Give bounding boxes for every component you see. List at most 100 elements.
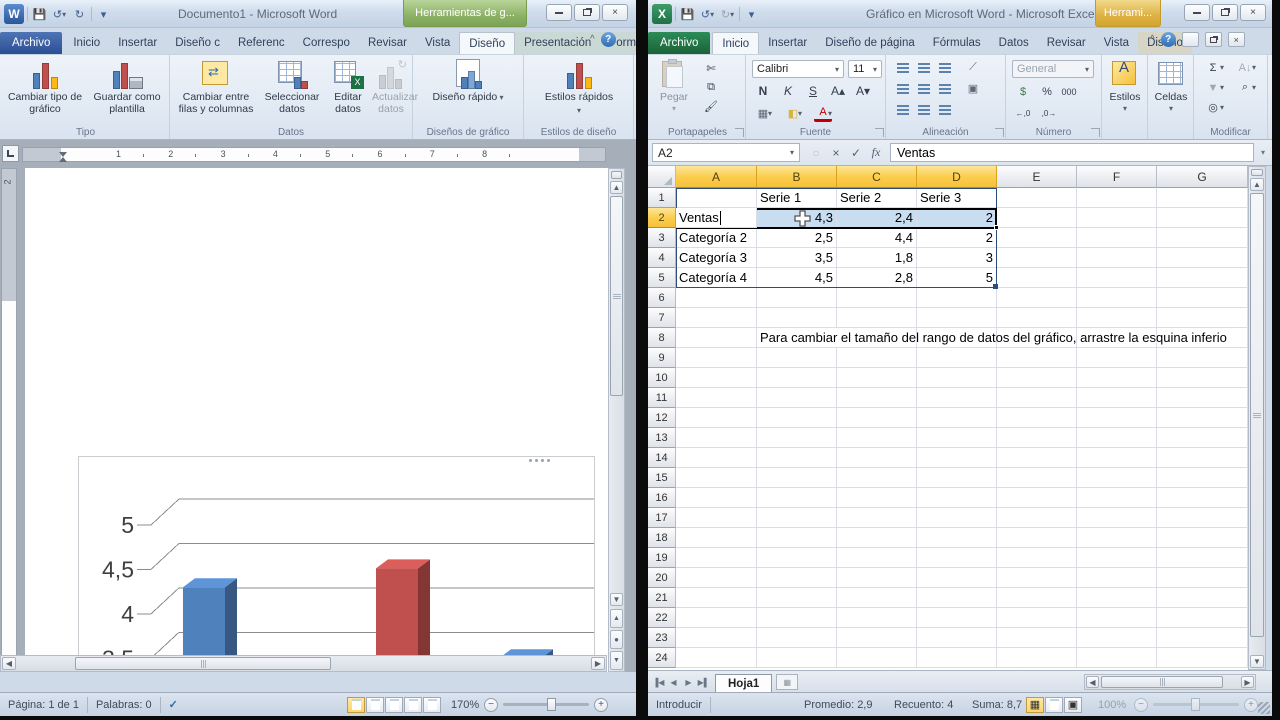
cell-A6[interactable] — [676, 288, 757, 308]
sheet-tab-hoja1[interactable]: Hoja1 — [715, 674, 772, 693]
cell-C4[interactable]: 1,8 — [837, 248, 917, 268]
cell-F7[interactable] — [1077, 308, 1157, 328]
cell-F9[interactable] — [1077, 348, 1157, 368]
tab-archivo[interactable]: Archivo — [0, 32, 62, 54]
spellcheck-icon[interactable]: ✓ — [161, 698, 186, 711]
row-header-19[interactable]: 19 — [648, 548, 676, 568]
excel-vertical-scrollbar[interactable]: ▲ ▼ — [1248, 166, 1266, 670]
cell-D23[interactable] — [917, 628, 997, 648]
cell-E1[interactable] — [997, 188, 1077, 208]
row-header-16[interactable]: 16 — [648, 488, 676, 508]
cell-G18[interactable] — [1157, 528, 1248, 548]
select-all-corner[interactable] — [648, 166, 676, 188]
v-scroll-thumb[interactable] — [1250, 193, 1264, 637]
cell-F15[interactable] — [1077, 468, 1157, 488]
cell-D14[interactable] — [917, 448, 997, 468]
insert-worksheet-icon[interactable]: ▦ — [776, 674, 798, 690]
decrease-decimal-icon[interactable]: ,0→ — [1040, 105, 1058, 122]
align-right-icon[interactable] — [936, 80, 954, 97]
undo-icon[interactable]: ↺▾ — [699, 6, 716, 23]
zoom-slider-thumb[interactable] — [547, 698, 556, 711]
scroll-right-icon[interactable]: ▶ — [1241, 676, 1254, 688]
embedded-chart-object[interactable]: 54,543,532,521,5 — [78, 456, 595, 672]
cell-E12[interactable] — [997, 408, 1077, 428]
cell-A7[interactable] — [676, 308, 757, 328]
cell-C12[interactable] — [837, 408, 917, 428]
cell-F22[interactable] — [1077, 608, 1157, 628]
italic-button[interactable]: K — [779, 82, 797, 99]
cell-D19[interactable] — [917, 548, 997, 568]
cell-D3[interactable]: 2 — [917, 228, 997, 248]
word-vertical-scrollbar[interactable]: ▲ ▼ ▲ ● ▼ — [608, 168, 625, 672]
copy-icon[interactable]: ⧉ — [702, 79, 720, 96]
scroll-right-icon[interactable]: ▶ — [591, 657, 605, 670]
redo-icon[interactable]: ↻ — [71, 6, 88, 23]
save-icon[interactable]: 💾 — [31, 6, 48, 23]
dialog-launcher-icon[interactable] — [735, 128, 744, 137]
cell-C13[interactable] — [837, 428, 917, 448]
cell-A14[interactable] — [676, 448, 757, 468]
row-header-22[interactable]: 22 — [648, 608, 676, 628]
row-header-9[interactable]: 9 — [648, 348, 676, 368]
cell-F1[interactable] — [1077, 188, 1157, 208]
row-header-14[interactable]: 14 — [648, 448, 676, 468]
tab-vista[interactable]: Vista — [1095, 32, 1138, 54]
cell-F3[interactable] — [1077, 228, 1157, 248]
cell-E2[interactable] — [997, 208, 1077, 228]
tab-diseno[interactable]: Diseño — [459, 32, 515, 54]
save-icon[interactable]: 💾 — [679, 6, 696, 23]
help-icon[interactable]: ? — [1161, 32, 1176, 47]
dialog-launcher-icon[interactable] — [1091, 128, 1100, 137]
percent-style-icon[interactable]: % — [1038, 83, 1056, 100]
cell-G17[interactable] — [1157, 508, 1248, 528]
cell-G2[interactable] — [1157, 208, 1248, 228]
cell-G1[interactable] — [1157, 188, 1248, 208]
cell-A16[interactable] — [676, 488, 757, 508]
tab-diseno-de-pagina[interactable]: Diseño de página — [816, 32, 924, 54]
cell-C24[interactable] — [837, 648, 917, 668]
orientation-icon[interactable]: ⟋ — [964, 59, 982, 76]
cell-G5[interactable] — [1157, 268, 1248, 288]
cell-E7[interactable] — [997, 308, 1077, 328]
cell-A9[interactable] — [676, 348, 757, 368]
word-horizontal-scrollbar[interactable]: ◀ ▶ — [0, 655, 607, 672]
minimize-button[interactable] — [546, 4, 572, 21]
cell-B15[interactable] — [757, 468, 837, 488]
cell-G12[interactable] — [1157, 408, 1248, 428]
cell-D9[interactable] — [917, 348, 997, 368]
window-resize-grip[interactable] — [1258, 702, 1270, 714]
cell-E6[interactable] — [997, 288, 1077, 308]
cell-C15[interactable] — [837, 468, 917, 488]
grow-font-button[interactable]: A▴ — [829, 82, 847, 99]
cells-button[interactable]: Celdas▾ — [1152, 58, 1190, 115]
cell-D5[interactable]: 5 — [917, 268, 997, 288]
cell-B24[interactable] — [757, 648, 837, 668]
cell-A18[interactable] — [676, 528, 757, 548]
cell-E18[interactable] — [997, 528, 1077, 548]
cell-D16[interactable] — [917, 488, 997, 508]
customize-qat-icon[interactable]: ▾ — [95, 6, 112, 23]
align-left-icon[interactable] — [894, 80, 912, 97]
excel-zoom-level[interactable]: 100% — [1090, 699, 1134, 711]
cell-F24[interactable] — [1077, 648, 1157, 668]
minimize-button[interactable] — [1184, 4, 1210, 21]
underline-button[interactable]: S — [804, 82, 822, 99]
normal-view-icon[interactable]: ▦ — [1026, 697, 1044, 713]
cell-D7[interactable] — [917, 308, 997, 328]
cell-D10[interactable] — [917, 368, 997, 388]
zoom-slider[interactable] — [503, 703, 589, 706]
word-count[interactable]: Palabras: 0 — [88, 699, 160, 711]
cell-F6[interactable] — [1077, 288, 1157, 308]
guardar-como-plantilla-button[interactable]: Guardar como plantilla — [88, 58, 166, 115]
row-header-2[interactable]: 2 — [648, 208, 676, 228]
cambiar-entre-filas-y-columnas-button[interactable]: ⇄Cambiar entre filas y columnas — [174, 58, 258, 115]
tab-diseno-c[interactable]: Diseño c — [166, 32, 229, 54]
increase-decimal-icon[interactable]: ←,0 — [1014, 105, 1032, 122]
cell-C1[interactable]: Serie 2 — [837, 188, 917, 208]
cell-F20[interactable] — [1077, 568, 1157, 588]
cell-F18[interactable] — [1077, 528, 1157, 548]
cell-B9[interactable] — [757, 348, 837, 368]
row-header-8[interactable]: 8 — [648, 328, 676, 348]
cell-F21[interactable] — [1077, 588, 1157, 608]
cell-F5[interactable] — [1077, 268, 1157, 288]
